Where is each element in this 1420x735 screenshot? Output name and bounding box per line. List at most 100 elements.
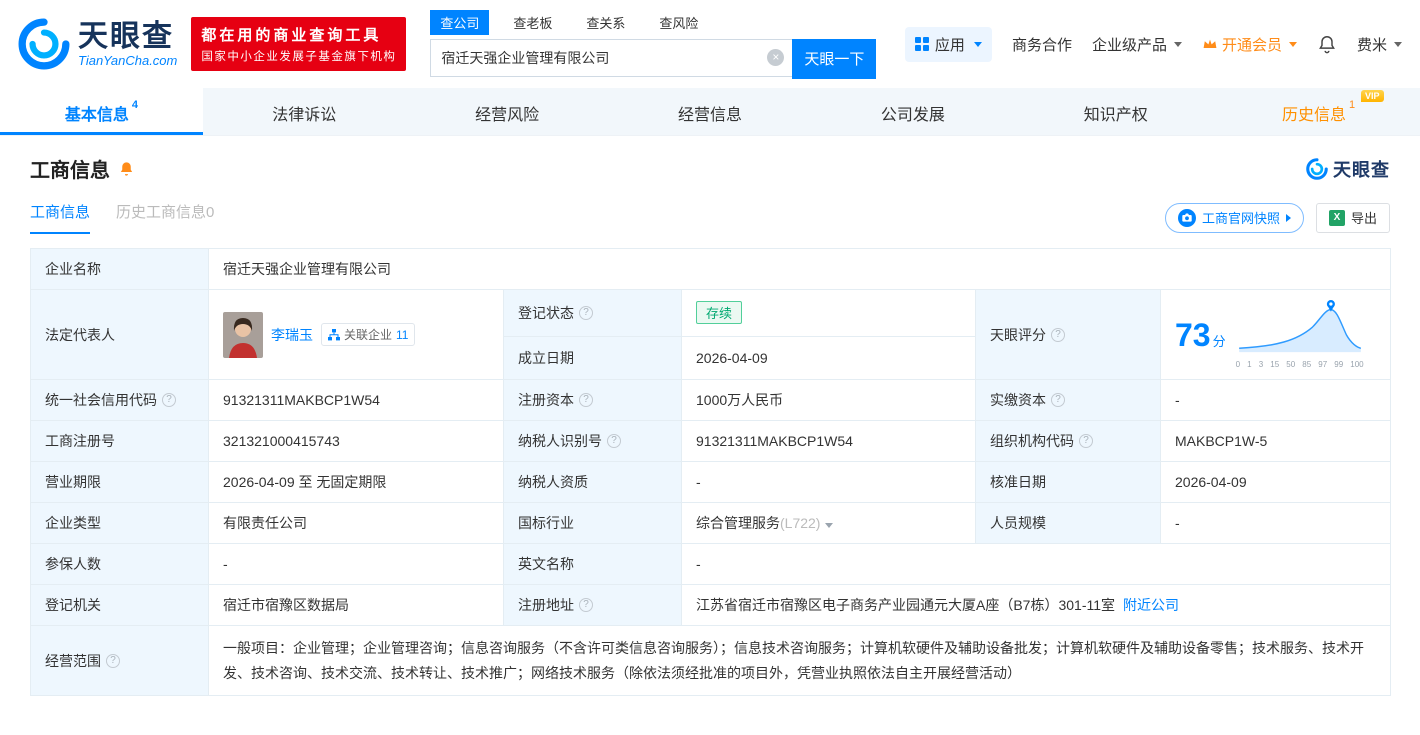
username-label: 费米 — [1356, 36, 1387, 54]
tianyancha-logo-icon — [18, 18, 70, 70]
snapshot-label: 工商官网快照 — [1201, 211, 1280, 226]
tab-label: 历史信息 — [1282, 107, 1347, 124]
tab-count-badge: 4 — [131, 99, 138, 111]
brand-domain: TianYanCha.com — [78, 53, 178, 68]
help-icon[interactable]: ? — [162, 393, 176, 407]
field-value-reg-status: 存续 — [681, 289, 976, 337]
field-value-type: 有限责任公司 — [208, 502, 504, 544]
field-label-term: 营业期限 — [30, 461, 209, 503]
field-label-legal-rep: 法定代表人 — [30, 289, 209, 380]
tab-business-risk[interactable]: 经营风险 — [406, 88, 609, 135]
nav-user-menu[interactable]: 费米 — [1357, 34, 1402, 55]
industry-code: (L722) — [780, 515, 821, 531]
search-button[interactable]: 天眼一下 — [792, 38, 877, 79]
tab-label: 法律诉讼 — [272, 107, 337, 124]
nav-business-cooperation[interactable]: 商务合作 — [1012, 34, 1072, 55]
field-label-taxpayer-id: 纳税人识别号? — [503, 420, 682, 462]
official-snapshot-button[interactable]: 工商官网快照 — [1164, 202, 1304, 233]
legal-rep-photo[interactable] — [223, 311, 263, 358]
related-companies-label: 关联企业 — [344, 328, 393, 342]
field-label-taxpayer-qual: 纳税人资质 — [503, 461, 682, 503]
subtab-history-business-info[interactable]: 历史工商信息0 — [116, 201, 214, 234]
clear-search-icon[interactable]: × — [767, 48, 785, 66]
search-tab-company[interactable]: 查公司 — [430, 9, 490, 35]
tab-history-info[interactable]: VIP 历史信息 1 — [1217, 88, 1420, 135]
tab-label: 经营风险 — [475, 107, 540, 124]
slogan-line2: 国家中小企业发展子基金旗下机构 — [201, 51, 397, 63]
apps-label: 应用 — [934, 36, 965, 54]
tab-intellectual-property[interactable]: 知识产权 — [1014, 88, 1217, 135]
field-label-authority: 登记机关 — [30, 584, 209, 626]
field-label-en-name: 英文名称 — [503, 543, 682, 585]
export-button[interactable]: X 导出 — [1315, 202, 1390, 233]
legal-rep-link[interactable]: 李瑞玉 — [271, 325, 313, 345]
status-badge: 存续 — [696, 301, 743, 325]
help-icon[interactable]: ? — [579, 305, 593, 320]
field-label-org-code: 组织机构代码? — [975, 420, 1161, 462]
help-icon[interactable]: ? — [579, 598, 593, 612]
field-label-reg-capital: 注册资本? — [503, 379, 682, 421]
chevron-down-icon — [973, 41, 982, 47]
expand-industry-icon[interactable] — [825, 523, 834, 528]
field-value-company-name: 宿迁天强企业管理有限公司 — [207, 248, 1392, 290]
tab-label: 基本信息 — [64, 107, 129, 124]
grid-icon — [914, 37, 929, 51]
subtab-business-info[interactable]: 工商信息 — [30, 201, 91, 234]
nav-open-membership[interactable]: 开通会员 — [1202, 34, 1297, 55]
tab-label: 经营信息 — [678, 107, 743, 124]
field-label-address: 注册地址? — [503, 584, 682, 626]
table-row: 登记机关 宿迁市宿豫区数据局 注册地址? 江苏省宿迁市宿豫区电子商务产业园通元大… — [30, 584, 1392, 626]
tab-basic-info[interactable]: 基本信息 4 — [0, 88, 203, 135]
excel-icon: X — [1328, 209, 1345, 226]
chevron-down-icon — [1173, 41, 1182, 47]
help-icon[interactable]: ? — [106, 653, 120, 668]
company-section-tabs: 基本信息 4 法律诉讼 经营风险 经营信息 公司发展 知识产权 VIP 历史信息… — [0, 88, 1420, 136]
header: 天眼查 TianYanCha.com 都在用的商业查询工具 国家中小企业发展子基… — [0, 0, 1420, 88]
field-value-staff: - — [1159, 502, 1392, 544]
field-value-authority: 宿迁市宿豫区数据局 — [208, 584, 504, 626]
nearby-companies-link[interactable]: 附近公司 — [1123, 597, 1179, 613]
apps-menu-button[interactable]: 应用 — [904, 26, 992, 62]
top-navigation: 应用 商务合作 企业级产品 开通会员 费米 — [904, 26, 1402, 62]
field-value-scope: 一般项目：企业管理；企业管理咨询；信息咨询服务（不含许可类信息咨询服务）；信息技… — [207, 625, 1392, 696]
search-tab-boss[interactable]: 查老板 — [503, 10, 562, 35]
tab-business-info[interactable]: 经营信息 — [609, 88, 812, 135]
field-value-approve-date: 2026-04-09 — [1159, 461, 1392, 503]
slogan-line1: 都在用的商业查询工具 — [201, 27, 382, 44]
field-value-credit-code: 91321311MAKBCP1W54 — [208, 379, 504, 421]
field-label-establish-date: 成立日期 — [503, 335, 682, 381]
search-input[interactable] — [430, 38, 793, 77]
field-value-address: 江苏省宿迁市宿豫区电子商务产业园通元大厦A座（B7栋）301-11室 附近公司 — [680, 584, 1392, 626]
search-tab-risk[interactable]: 查风险 — [649, 10, 708, 35]
address-text: 江苏省宿迁市宿豫区电子商务产业园通元大厦A座（B7栋）301-11室 — [696, 597, 1116, 613]
tab-legal-proceedings[interactable]: 法律诉讼 — [203, 88, 406, 135]
score-chart: 01 3 15 50 85 97 99 100 — [1236, 300, 1364, 369]
help-icon[interactable]: ? — [607, 434, 621, 448]
vip-badge: VIP — [1361, 90, 1384, 102]
chevron-down-icon — [1288, 41, 1297, 47]
business-info-table: 企业名称 宿迁天强企业管理有限公司 法定代表人 李瑞玉 关联企业 11 登记状态… — [30, 248, 1392, 696]
brand-logo[interactable]: 天眼查 TianYanCha.com — [18, 18, 177, 70]
tab-company-development[interactable]: 公司发展 — [811, 88, 1014, 135]
field-value-score: 73 分 01 3 15 50 85 97 99 100 — [1159, 289, 1392, 380]
search-tabs: 查公司 查老板 查关系 查风险 — [430, 9, 876, 35]
search-tab-relations[interactable]: 查关系 — [576, 10, 635, 35]
score-axis: 01 3 15 50 85 97 99 100 — [1235, 360, 1364, 369]
field-label-industry: 国标行业 — [503, 502, 682, 544]
org-chart-icon — [328, 328, 340, 340]
help-icon[interactable]: ? — [1079, 434, 1093, 448]
field-label-reg-no: 工商注册号 — [30, 420, 209, 462]
help-icon[interactable]: ? — [1051, 327, 1065, 342]
field-label-staff: 人员规模 — [975, 502, 1161, 544]
help-icon[interactable]: ? — [1051, 393, 1065, 407]
nav-enterprise-products[interactable]: 企业级产品 — [1092, 34, 1182, 55]
table-row: 统一社会信用代码? 91321311MAKBCP1W54 注册资本? 1000万… — [30, 379, 1392, 421]
alert-bell-icon[interactable] — [118, 160, 135, 177]
help-icon[interactable]: ? — [579, 393, 593, 407]
tianyancha-logo-icon — [1306, 157, 1328, 180]
notification-bell-icon[interactable] — [1317, 34, 1337, 54]
table-row: 法定代表人 李瑞玉 关联企业 11 登记状态 ? 存续 天眼评分 ? 73 分 … — [30, 289, 1392, 380]
related-companies-tag[interactable]: 关联企业 11 — [321, 323, 416, 346]
table-row: 参保人数 - 英文名称 - — [30, 543, 1392, 585]
field-label-credit-code: 统一社会信用代码? — [30, 379, 209, 421]
